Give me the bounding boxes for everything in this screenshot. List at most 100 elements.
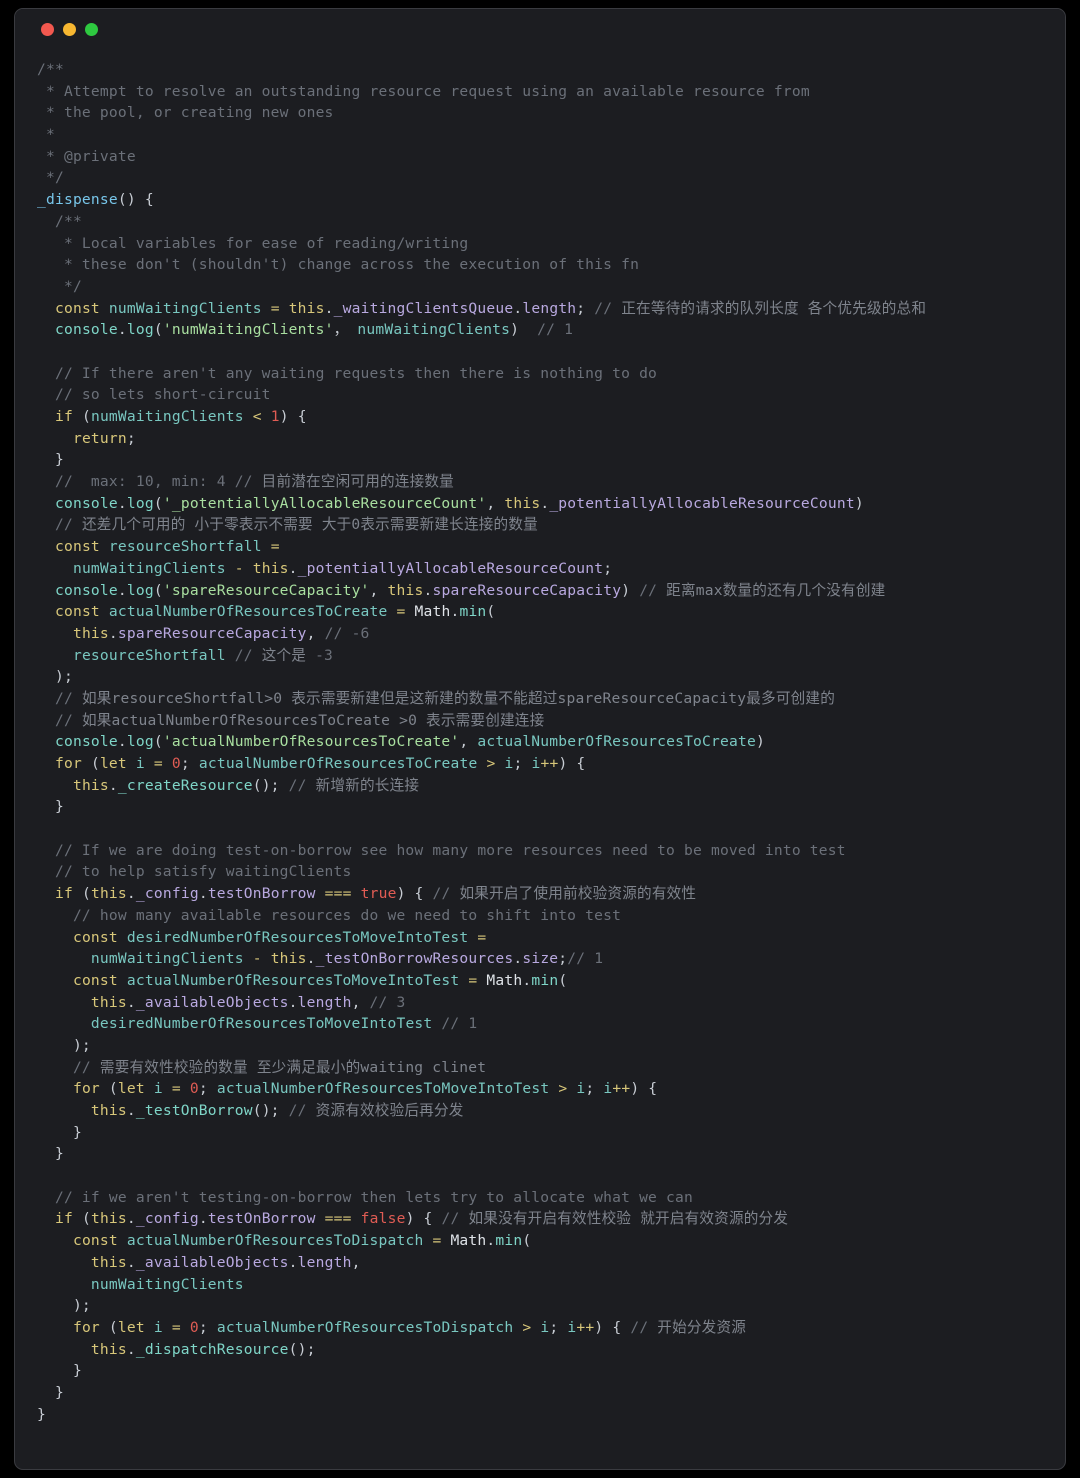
code-line: this._createResource(); // 新增新的长连接: [15, 775, 1065, 797]
close-window-button[interactable]: [41, 23, 54, 36]
code-token: 0: [171, 755, 181, 772]
code-token: ();: [288, 1340, 316, 1358]
code-token: ++: [612, 1080, 631, 1098]
code-token: }: [37, 1383, 64, 1401]
code-token: ;: [576, 299, 586, 317]
code-token: false: [360, 1210, 406, 1228]
code-editor-window: /** * Attempt to resolve an outstanding …: [14, 8, 1066, 1470]
code-token: .: [198, 885, 208, 903]
code-line: return;: [15, 428, 1065, 450]
code-token: .: [522, 971, 532, 989]
code-line: // to help satisfy waitingClients: [15, 861, 1065, 883]
code-token: }: [37, 451, 64, 469]
code-line: const actualNumberOfResourcesToCreate = …: [15, 601, 1065, 623]
code-line: *: [15, 124, 1065, 146]
code-token: 新增新的长连接: [315, 776, 420, 794]
code-token: .: [540, 494, 550, 512]
code-line: console.log('actualNumberOfResourcesToCr…: [15, 731, 1065, 753]
code-token: =: [270, 538, 280, 556]
code-line: for (let i = 0; actualNumberOfResourcesT…: [15, 1317, 1065, 1339]
code-token: Math: [450, 1232, 487, 1250]
code-token: ) {: [396, 885, 433, 903]
code-token: i: [153, 1318, 163, 1336]
code-token: testOnBorrow: [207, 885, 316, 903]
code-token: .: [324, 299, 334, 317]
code-content[interactable]: /** * Attempt to resolve an outstanding …: [15, 49, 1065, 1469]
code-token: numWaitingClients: [357, 321, 511, 339]
code-token: let: [117, 1318, 145, 1336]
code-token: (: [153, 733, 163, 751]
code-token: =: [270, 299, 280, 317]
code-token: /**: [37, 212, 82, 230]
code-line: // how many available resources do we ne…: [15, 905, 1065, 927]
code-token: // to help satisfy waitingClients: [37, 863, 352, 881]
code-token: //: [432, 885, 460, 903]
code-token: .: [108, 776, 118, 794]
code-line: /**: [15, 211, 1065, 233]
code-token: .: [513, 950, 523, 968]
code-token: ) {: [279, 408, 307, 425]
code-token: (: [558, 971, 568, 989]
code-token: ,: [306, 624, 325, 642]
code-token: actualNumberOfResourcesToDispatch: [216, 1318, 514, 1336]
code-token: numWaitingClients: [90, 950, 244, 968]
code-token: log: [126, 321, 154, 339]
code-token: -: [234, 559, 244, 577]
code-token: ,: [459, 733, 478, 751]
code-token: (: [81, 755, 100, 772]
code-token: min: [459, 603, 487, 621]
code-token: for: [72, 1318, 100, 1336]
code-token: resourceShortfall: [72, 646, 226, 664]
code-token: const: [54, 538, 100, 556]
code-token: .: [306, 950, 316, 968]
code-token: ,: [486, 494, 505, 512]
code-token: );: [37, 1036, 91, 1054]
code-token: ;: [198, 1318, 217, 1336]
code-token: *: [37, 126, 55, 144]
code-token: .: [126, 1253, 136, 1271]
code-line: // if we aren't testing-on-borrow then l…: [15, 1187, 1065, 1209]
code-line: // If there aren't any waiting requests …: [15, 363, 1065, 385]
code-line: */: [15, 276, 1065, 298]
code-token: * these don't (shouldn't) change across …: [37, 256, 640, 274]
code-line: }: [15, 449, 1065, 471]
code-token: return: [72, 429, 127, 447]
code-token: ;: [603, 559, 613, 577]
minimize-window-button[interactable]: [63, 23, 76, 36]
maximize-window-button[interactable]: [85, 23, 98, 36]
code-line: const desiredNumberOfResourcesToMoveInto…: [15, 927, 1065, 949]
code-token: }: [37, 1123, 82, 1141]
code-line: numWaitingClients - this._testOnBorrowRe…: [15, 948, 1065, 970]
code-line: * the pool, or creating new ones: [15, 102, 1065, 124]
code-token: //: [630, 1318, 658, 1336]
code-token: ++: [576, 1318, 595, 1336]
code-token: const: [72, 928, 118, 946]
code-token: 1: [270, 408, 280, 425]
code-token: let: [99, 755, 127, 772]
code-token: ===: [324, 1210, 352, 1228]
code-token: ): [510, 321, 520, 339]
